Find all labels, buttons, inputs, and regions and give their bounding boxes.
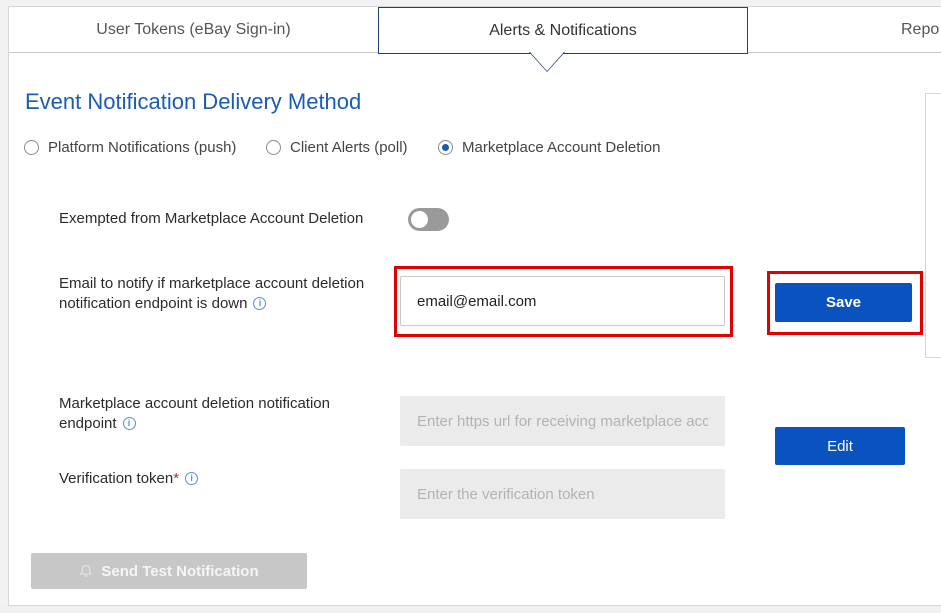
edit-button[interactable]: Edit xyxy=(775,427,905,465)
endpoint-label-line2: endpoint xyxy=(59,415,117,432)
tab-bar: User Tokens (eBay Sign-in) Repo Alerts &… xyxy=(9,7,941,54)
radio-platform-notifications[interactable]: Platform Notifications (push) xyxy=(24,139,236,156)
radio-label: Client Alerts (poll) xyxy=(290,139,408,156)
radio-button[interactable] xyxy=(24,140,39,155)
side-panel-edge xyxy=(925,93,941,358)
radio-marketplace-account-deletion[interactable]: Marketplace Account Deletion xyxy=(438,139,660,156)
exempted-toggle[interactable] xyxy=(408,208,449,231)
exempted-label: Exempted from Marketplace Account Deleti… xyxy=(59,210,364,227)
endpoint-label: Marketplace account deletion notificatio… xyxy=(59,394,330,434)
radio-client-alerts[interactable]: Client Alerts (poll) xyxy=(266,139,408,156)
token-label-text: Verification token xyxy=(59,470,174,487)
send-test-notification-button[interactable]: Send Test Notification xyxy=(31,553,307,589)
radio-button-checked[interactable] xyxy=(438,140,453,155)
endpoint-input[interactable] xyxy=(400,396,725,446)
section-title: Event Notification Delivery Method xyxy=(25,89,362,114)
alerts-panel: User Tokens (eBay Sign-in) Repo Alerts &… xyxy=(8,6,941,606)
email-label-line1: Email to notify if marketplace account d… xyxy=(59,275,365,292)
info-icon[interactable]: i xyxy=(122,417,136,430)
radio-label: Marketplace Account Deletion xyxy=(462,139,661,156)
radio-button[interactable] xyxy=(266,140,281,155)
tab-user-tokens[interactable]: User Tokens (eBay Sign-in) xyxy=(9,7,378,53)
token-label: Verification token* i xyxy=(59,469,199,489)
email-label-line2: notification endpoint is down xyxy=(59,295,248,312)
bell-icon xyxy=(80,564,93,577)
email-label: Email to notify if marketplace account d… xyxy=(59,274,364,314)
email-input[interactable] xyxy=(400,276,725,326)
info-icon[interactable]: i xyxy=(185,472,199,485)
send-test-label: Send Test Notification xyxy=(101,562,259,580)
endpoint-label-line1: Marketplace account deletion notificatio… xyxy=(59,395,330,412)
radio-label: Platform Notifications (push) xyxy=(48,139,237,156)
page-bottom-strip xyxy=(0,606,941,613)
tab-reports[interactable]: Repo xyxy=(748,7,941,53)
save-button[interactable]: Save xyxy=(775,283,912,322)
verification-token-input[interactable] xyxy=(400,469,725,519)
info-icon[interactable]: i xyxy=(253,297,267,310)
tab-alerts-notifications[interactable]: Alerts & Notifications xyxy=(378,7,748,54)
required-mark: * xyxy=(173,470,180,487)
